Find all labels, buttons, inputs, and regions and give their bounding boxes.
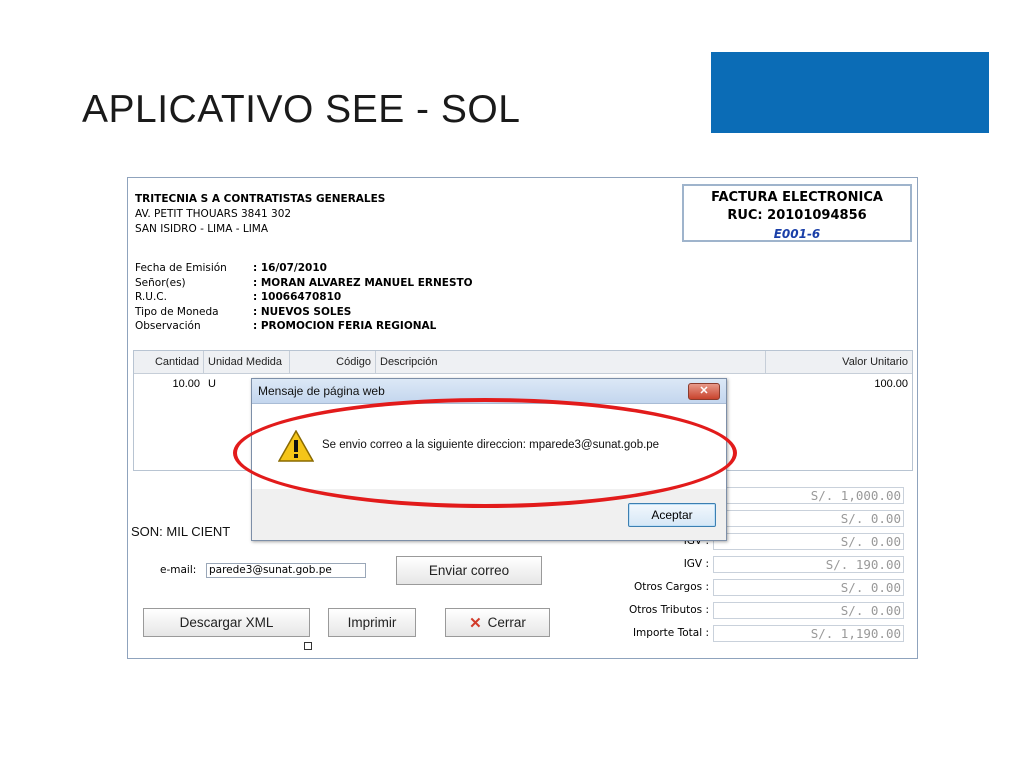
- total-value: S/. 0.00: [713, 601, 904, 619]
- total-row-igv: IGV : S/. 190.00: [598, 555, 908, 573]
- warning-icon: [278, 430, 314, 462]
- total-value: S/. 190.00: [713, 555, 904, 573]
- meta-value: : 16/07/2010: [253, 262, 327, 274]
- total-value: S/. 1,190.00: [713, 624, 904, 642]
- email-input[interactable]: parede3@sunat.gob.pe: [206, 563, 366, 578]
- meta-label: Señor(es): [135, 276, 186, 289]
- invoice-ruc: RUC: 20101094856: [727, 208, 867, 223]
- print-button[interactable]: Imprimir: [328, 608, 416, 637]
- cell-valor: 100.00: [874, 378, 908, 390]
- table-header: Cantidad Unidad Medida Código Descripció…: [134, 351, 912, 374]
- invoice-serie: E001-6: [773, 227, 821, 241]
- company-address-line1: AV. PETIT THOUARS 3841 302: [135, 208, 292, 220]
- small-checkbox[interactable]: [304, 642, 312, 650]
- invoice-meta: Fecha de Emisión : 16/07/2010 Señor(es) …: [135, 261, 473, 334]
- company-name: TRITECNIA S A CONTRATISTAS GENERALES: [135, 193, 386, 205]
- dialog-title-bar: Mensaje de página web ✕: [252, 379, 726, 404]
- meta-row-fecha: Fecha de Emisión : 16/07/2010: [135, 261, 473, 276]
- meta-row-observacion: Observación : PROMOCION FERIA REGIONAL: [135, 319, 473, 334]
- meta-row-moneda: Tipo de Moneda : NUEVOS SOLES: [135, 305, 473, 320]
- meta-value: : PROMOCION FERIA REGIONAL: [253, 320, 437, 332]
- col-codigo: Código: [290, 351, 376, 373]
- total-row-otros-cargos: Otros Cargos : S/. 0.00: [598, 578, 908, 596]
- total-value: S/. 0.00: [713, 578, 904, 596]
- email-label: e-mail:: [160, 564, 197, 576]
- cell-cantidad: 10.00: [172, 378, 200, 390]
- total-label: Otros Cargos :: [633, 581, 709, 593]
- company-address-line2: SAN ISIDRO - LIMA - LIMA: [135, 223, 269, 235]
- total-row-importe-total: Importe Total : S/. 1,190.00: [598, 624, 908, 642]
- meta-row-senor: Señor(es) : MORAN ALVAREZ MANUEL ERNESTO: [135, 276, 473, 291]
- meta-label: Observación: [135, 320, 201, 332]
- dialog-close-icon[interactable]: ✕: [688, 383, 720, 400]
- invoice-screen: TRITECNIA S A CONTRATISTAS GENERALES AV.…: [127, 177, 918, 659]
- total-value: S/. 0.00: [713, 509, 904, 527]
- col-unidad: Unidad Medida: [204, 351, 290, 373]
- total-value: S/. 0.00: [713, 532, 904, 550]
- invoice-type: FACTURA ELECTRONICA: [711, 190, 883, 205]
- company-info: TRITECNIA S A CONTRATISTAS GENERALES AV.…: [135, 192, 385, 237]
- meta-row-ruc: R.U.C. : 10066470810: [135, 290, 473, 305]
- col-cantidad: Cantidad: [134, 351, 204, 373]
- dialog-message: Se envio correo a la siguiente direccion…: [322, 439, 660, 451]
- download-xml-button[interactable]: Descargar XML: [143, 608, 310, 637]
- send-email-button[interactable]: Enviar correo: [396, 556, 542, 585]
- col-valor: Valor Unitario: [842, 356, 908, 368]
- col-descripcion: Descripción: [376, 351, 766, 373]
- meta-label: Fecha de Emisión: [135, 262, 227, 274]
- meta-label: Tipo de Moneda: [135, 305, 219, 318]
- total-label: IGV :: [683, 558, 709, 570]
- meta-label: R.U.C.: [135, 291, 167, 303]
- dialog-title: Mensaje de página web: [258, 384, 385, 398]
- amount-in-words: SON: MIL CIENT: [131, 524, 231, 539]
- close-button[interactable]: ✕ Cerrar: [445, 608, 550, 637]
- total-label: Otros Tributos :: [628, 604, 709, 616]
- meta-value: : MORAN ALVAREZ MANUEL ERNESTO: [253, 276, 473, 289]
- dialog-body: Se envio correo a la siguiente direccion…: [252, 404, 726, 489]
- meta-value: : NUEVOS SOLES: [253, 305, 352, 318]
- accent-rectangle: [711, 52, 989, 133]
- close-x-icon: ✕: [469, 614, 482, 632]
- total-row-otros-tributos: Otros Tributos : S/. 0.00: [598, 601, 908, 619]
- total-value: S/. 1,000.00: [713, 486, 904, 504]
- total-label: Importe Total :: [632, 627, 709, 639]
- message-dialog: Mensaje de página web ✕ Se envio correo …: [251, 378, 727, 541]
- accept-button[interactable]: Aceptar: [628, 503, 716, 527]
- invoice-header-box: FACTURA ELECTRONICA RUC: 20101094856 E00…: [682, 184, 912, 242]
- slide-title: APLICATIVO SEE - SOL: [82, 88, 521, 131]
- meta-value: : 10066470810: [253, 291, 342, 303]
- close-button-label: Cerrar: [487, 615, 526, 630]
